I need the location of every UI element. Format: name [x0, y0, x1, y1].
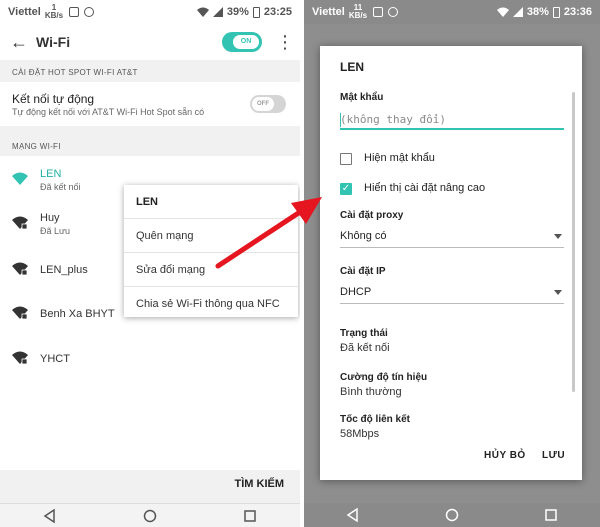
link-speed-value: 58Mbps	[340, 428, 380, 440]
ip-settings-dropdown[interactable]: DHCP	[340, 282, 564, 304]
battery-percent: 39%	[226, 6, 249, 18]
password-placeholder: (không thay đổi)	[340, 113, 446, 126]
modify-network-dialog: LEN Mật khẩu (không thay đổi) Hiện mật k…	[320, 46, 582, 480]
network-context-menu: LEN Quên mạng Sửa đổi mạng Chia sẻ Wi-Fi…	[124, 185, 298, 317]
password-input[interactable]: (không thay đổi)	[340, 110, 564, 130]
wifi-connected-icon	[12, 172, 28, 185]
battery-percent: 38%	[526, 6, 549, 18]
signal-strength-value: Bình thường	[340, 386, 402, 398]
ip-settings-value: DHCP	[340, 286, 372, 298]
data-speed: 11 KB/s	[348, 3, 368, 20]
cancel-button[interactable]: HỦY BỎ	[484, 450, 526, 461]
recents-square-icon[interactable]	[521, 503, 581, 527]
proxy-value: Không có	[340, 230, 387, 242]
right-phone-screen: Viettel 11 KB/s 38% 23:36 LEN Mật khẩu (…	[304, 0, 600, 527]
home-circle-icon[interactable]	[120, 504, 180, 527]
link-speed-label: Tốc độ liên kết	[340, 414, 411, 425]
gallery-notification-icon	[69, 7, 80, 17]
cell-signal-icon	[212, 7, 223, 17]
menu-item-modify-network[interactable]: Sửa đổi mạng	[124, 252, 298, 286]
signal-strength-label: Cường độ tín hiệu	[340, 372, 428, 383]
checkbox-checked-icon: ✓	[340, 183, 352, 195]
section-header-hotspot: CÀI ĐẶT HOT SPOT WI-FI AT&T	[12, 68, 138, 77]
battery-icon	[252, 6, 260, 18]
app-bar: ← Wi-Fi ON ⋮	[0, 24, 300, 60]
battery-icon	[552, 6, 560, 18]
status-bar: Viettel 1 KB/s 39% 23:25	[0, 0, 300, 24]
show-advanced-label: Hiển thị cài đặt nâng cao	[364, 182, 486, 194]
clock: 23:25	[263, 6, 292, 18]
proxy-dropdown[interactable]: Không có	[340, 226, 564, 248]
wifi-lock-icon	[12, 306, 28, 320]
section-header-networks: MẠNG WI-FI	[12, 142, 61, 151]
auto-connect-subtitle: Tự động kết nối với AT&T Wi-Fi Hot Spot …	[12, 107, 205, 117]
auto-connect-toggle-label: OFF	[252, 97, 274, 111]
network-item-yhct[interactable]: YHCT	[12, 343, 292, 377]
page-title: Wi-Fi	[36, 34, 71, 50]
menu-item-share-nfc[interactable]: Chia sẻ Wi-Fi thông qua NFC	[124, 286, 298, 320]
carrier-name: Viettel	[8, 6, 41, 18]
nav-bar	[0, 503, 300, 527]
show-password-checkbox[interactable]: Hiện mật khẩu	[340, 150, 570, 168]
wifi-lock-icon	[12, 351, 28, 365]
wifi-toggle[interactable]: ON	[222, 32, 262, 52]
state-label: Trạng thái	[340, 328, 388, 339]
dropdown-arrow-icon	[554, 290, 562, 295]
proxy-label: Cài đặt proxy	[340, 210, 404, 221]
recents-square-icon[interactable]	[220, 504, 280, 527]
show-password-label: Hiện mật khẩu	[364, 152, 435, 164]
network-status: Đã kết nối	[40, 182, 81, 192]
password-label: Mật khẩu	[340, 92, 384, 103]
back-triangle-icon[interactable]	[323, 503, 383, 527]
back-arrow-icon[interactable]: ←	[10, 32, 30, 53]
network-name: Huy	[40, 212, 60, 224]
wifi-signal-icon	[496, 7, 509, 17]
state-value: Đã kết nối	[340, 342, 390, 354]
wifi-signal-icon	[196, 7, 209, 17]
left-phone-screen: Viettel 1 KB/s 39% 23:25 ← Wi-Fi ON ⋮ CÀ…	[0, 0, 300, 527]
nav-bar	[304, 503, 600, 527]
home-circle-icon[interactable]	[422, 503, 482, 527]
network-name: LEN_plus	[40, 264, 88, 276]
save-button[interactable]: LƯU	[542, 450, 565, 461]
text-caret	[340, 113, 341, 127]
network-name: YHCT	[40, 353, 70, 365]
network-name: Benh Xa BHYT	[40, 308, 115, 320]
auto-connect-toggle[interactable]: OFF	[250, 95, 286, 113]
dropdown-arrow-icon	[554, 234, 562, 239]
clock: 23:36	[563, 6, 592, 18]
auto-connect-title: Kết nối tự động	[12, 92, 95, 106]
network-status: Đã Lưu	[40, 226, 71, 236]
dialog-title: LEN	[340, 60, 364, 74]
search-button[interactable]: TÌM KIẾM	[235, 478, 285, 490]
carrier-name: Viettel	[312, 6, 345, 18]
context-menu-title: LEN	[136, 196, 158, 208]
more-vert-icon[interactable]: ⋮	[276, 33, 294, 51]
ip-settings-label: Cài đặt IP	[340, 266, 386, 277]
app-notification-icon	[388, 7, 399, 17]
wifi-toggle-label: ON	[233, 35, 259, 49]
gallery-notification-icon	[373, 7, 384, 17]
app-notification-icon	[84, 7, 95, 17]
wifi-lock-icon	[12, 216, 28, 230]
cell-signal-icon	[512, 7, 523, 17]
network-name: LEN	[40, 168, 62, 180]
show-advanced-checkbox[interactable]: ✓ Hiển thị cài đặt nâng cao	[340, 180, 570, 198]
data-speed: 1 KB/s	[44, 3, 64, 20]
checkbox-unchecked-icon	[340, 153, 352, 165]
menu-item-forget-network[interactable]: Quên mạng	[124, 218, 298, 252]
scrollbar[interactable]	[572, 92, 575, 392]
wifi-lock-icon	[12, 262, 28, 276]
back-triangle-icon[interactable]	[20, 504, 80, 527]
status-bar: Viettel 11 KB/s 38% 23:36	[304, 0, 600, 24]
